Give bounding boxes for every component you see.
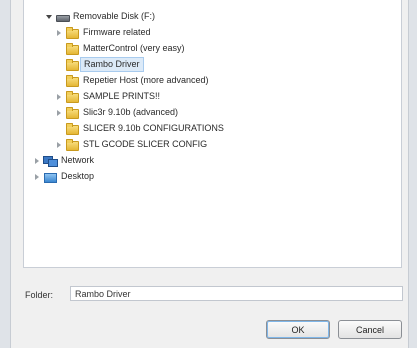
tree-item-mattercontrol[interactable]: MatterControl (very easy) [54, 41, 188, 56]
tree-item-label: Desktop [61, 171, 95, 181]
tree-item-label: Firmware related [83, 27, 151, 37]
folder-icon [64, 41, 80, 56]
tree-item-label: MatterControl (very easy) [83, 43, 185, 53]
tree-item-sample-prints[interactable]: SAMPLE PRINTS!! [54, 89, 163, 104]
network-icon [42, 153, 58, 168]
folder-tree[interactable]: Removable Disk (F:) Firmware related Mat… [23, 0, 402, 268]
chevron-right-icon[interactable] [54, 89, 64, 104]
chevron-right-icon[interactable] [54, 137, 64, 152]
chevron-right-icon[interactable] [32, 169, 42, 184]
tree-item-rambo-driver[interactable]: Rambo Driver [54, 57, 144, 72]
folder-icon [64, 57, 80, 72]
folder-icon [64, 25, 80, 40]
tree-item-slic3r[interactable]: Slic3r 9.10b (advanced) [54, 105, 181, 120]
folder-icon [64, 105, 80, 120]
tree-item-removable-disk[interactable]: Removable Disk (F:) [44, 9, 158, 24]
desktop-icon [42, 169, 58, 184]
tree-item-repetier-host[interactable]: Repetier Host (more advanced) [54, 73, 212, 88]
folder-icon [64, 121, 80, 136]
ok-button[interactable]: OK [266, 320, 330, 339]
folder-icon [64, 137, 80, 152]
tree-item-label: Network [61, 155, 95, 165]
tree-item-stl-gcode-slicer-config[interactable]: STL GCODE SLICER CONFIG [54, 137, 210, 152]
tree-item-slicer-configurations[interactable]: SLICER 9.10b CONFIGURATIONS [54, 121, 227, 136]
folder-field-label: Folder: [25, 290, 54, 300]
chevron-right-icon[interactable] [54, 105, 64, 120]
tree-item-firmware-related[interactable]: Firmware related [54, 25, 154, 40]
tree-item-label: Slic3r 9.10b (advanced) [83, 107, 179, 117]
tree-item-label: Removable Disk (F:) [73, 11, 156, 21]
chevron-right-icon[interactable] [32, 153, 42, 168]
folder-icon [64, 89, 80, 104]
chevron-right-icon[interactable] [54, 25, 64, 40]
cancel-button[interactable]: Cancel [338, 320, 402, 339]
tree-item-label: SAMPLE PRINTS!! [83, 91, 161, 101]
drive-icon [54, 9, 70, 24]
folder-field[interactable] [70, 286, 403, 301]
tree-item-network[interactable]: Network [32, 153, 97, 168]
tree-item-desktop[interactable]: Desktop [32, 169, 97, 184]
folder-icon [64, 73, 80, 88]
tree-item-label: Rambo Driver [80, 57, 144, 72]
window-left-border [0, 0, 11, 348]
tree-item-label: STL GCODE SLICER CONFIG [83, 139, 208, 149]
tree-item-label: SLICER 9.10b CONFIGURATIONS [83, 123, 224, 133]
chevron-down-icon[interactable] [44, 9, 54, 24]
window-right-border [408, 0, 417, 348]
tree-item-label: Repetier Host (more advanced) [83, 75, 209, 85]
